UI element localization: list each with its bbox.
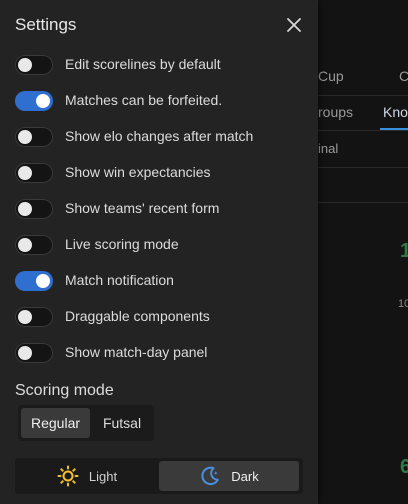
toggle-knob <box>18 346 32 360</box>
background-subtab-final[interactable]: inal <box>318 141 338 156</box>
background-divider <box>318 202 408 203</box>
setting-row: Show match-day panel <box>15 341 305 365</box>
toggle-knob <box>18 238 32 252</box>
theme-selector: Light Dark <box>15 458 303 494</box>
setting-toggle-switch[interactable] <box>15 127 53 147</box>
setting-label: Show elo changes after match <box>65 128 254 144</box>
background-small-value: 10 <box>398 298 408 310</box>
scoring-mode-selector: Regular Futsal <box>18 405 154 441</box>
setting-row: Edit scorelines by default <box>15 53 305 77</box>
setting-toggle-switch[interactable] <box>15 163 53 183</box>
setting-toggle-switch[interactable] <box>15 199 53 219</box>
setting-label: Show teams' recent form <box>65 200 220 216</box>
setting-label: Matches can be forfeited. <box>65 92 223 108</box>
background-divider <box>318 130 408 131</box>
close-button[interactable] <box>283 14 305 36</box>
theme-dark-button[interactable]: Dark <box>159 461 299 491</box>
close-icon <box>287 18 301 32</box>
setting-toggle-switch[interactable] <box>15 235 53 255</box>
toggle-knob <box>18 202 32 216</box>
theme-dark-label: Dark <box>231 468 259 484</box>
setting-label: Draggable components <box>65 308 210 324</box>
setting-label: Show win expectancies <box>65 164 211 180</box>
setting-row: Match notification <box>15 269 305 293</box>
setting-label: Show match-day panel <box>65 344 208 360</box>
toggle-knob <box>18 130 32 144</box>
scoring-mode-regular-button[interactable]: Regular <box>21 408 90 438</box>
setting-row: Matches can be forfeited. <box>15 89 305 113</box>
setting-toggle-switch[interactable] <box>15 271 53 291</box>
setting-row: Show win expectancies <box>15 161 305 185</box>
scoring-mode-title: Scoring mode <box>15 382 114 399</box>
toggle-knob <box>18 310 32 324</box>
background-tab-knockout[interactable]: Kno <box>383 104 408 120</box>
setting-row: Draggable components <box>15 305 305 329</box>
background-score: 6 <box>400 456 408 478</box>
setting-row: Show elo changes after match <box>15 125 305 149</box>
setting-toggle-switch[interactable] <box>15 55 53 75</box>
setting-toggle-switch[interactable] <box>15 343 53 363</box>
background-tab-c[interactable]: C <box>399 68 408 84</box>
toggle-knob <box>36 94 50 108</box>
setting-label: Live scoring mode <box>65 236 179 252</box>
background-divider <box>318 167 408 168</box>
setting-label: Match notification <box>65 272 174 288</box>
setting-label: Edit scorelines by default <box>65 56 221 72</box>
setting-row: Show teams' recent form <box>15 197 305 221</box>
setting-toggle-switch[interactable] <box>15 91 53 111</box>
scoring-mode-futsal-button[interactable]: Futsal <box>94 408 150 438</box>
setting-row: Live scoring mode <box>15 233 305 257</box>
theme-light-label: Light <box>88 468 118 484</box>
settings-title: Settings <box>15 15 77 34</box>
toggle-knob <box>18 166 32 180</box>
moon-icon <box>201 466 220 486</box>
setting-toggle-switch[interactable] <box>15 307 53 327</box>
background-divider <box>318 95 408 96</box>
settings-panel: Settings Edit scorelines by default Match… <box>0 0 318 504</box>
theme-light-button[interactable]: Light <box>18 461 156 491</box>
background-score: 1 <box>400 240 408 262</box>
toggle-knob <box>36 274 50 288</box>
toggle-knob <box>18 58 32 72</box>
background-tab-groups[interactable]: roups <box>318 104 353 120</box>
sun-icon <box>57 465 79 487</box>
